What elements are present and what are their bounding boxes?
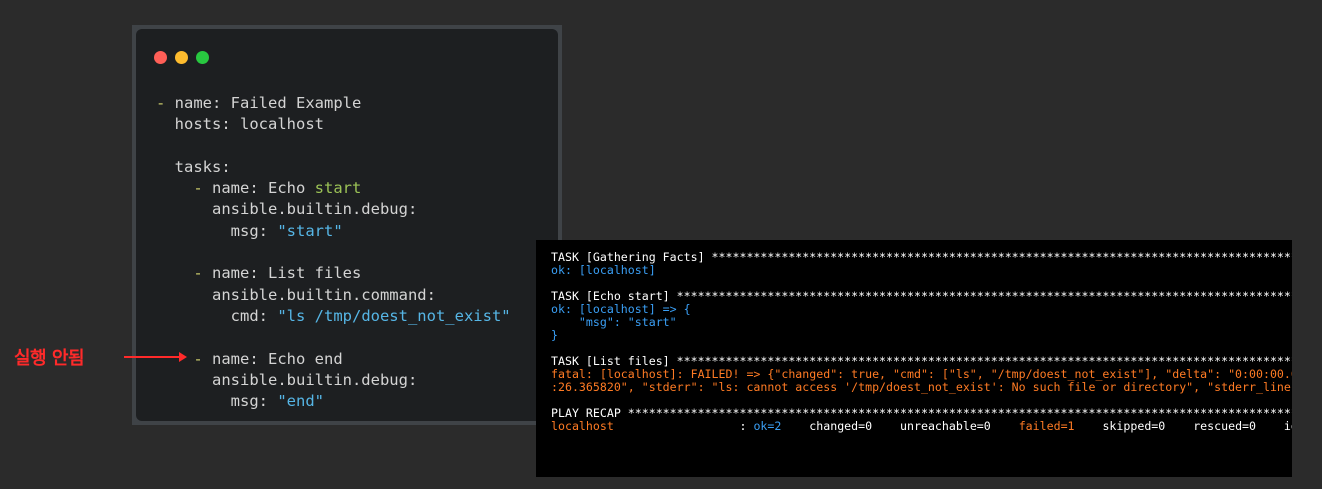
terminal-segment: ok: [localhost] => { [551, 302, 691, 316]
yaml-string: "ls /tmp/doest_not_exist" [277, 306, 511, 325]
terminal-segment: "msg": "start" [551, 315, 677, 329]
yaml-keyword: start [314, 179, 362, 198]
terminal-segment: fatal: [localhost]: FAILED! => {"changed… [551, 367, 1292, 381]
yaml-key: ansible.builtin.command: [212, 285, 436, 304]
list-dash: - [193, 179, 212, 198]
code-line: - name: Echo start [156, 178, 552, 199]
yaml-value: Echo end [268, 349, 343, 368]
terminal-line: } [551, 329, 1292, 342]
terminal-line: "msg": "start" [551, 316, 1292, 329]
yaml-value: Echo [268, 179, 315, 198]
ansible-output: TASK [Gathering Facts] *****************… [551, 251, 1292, 433]
terminal-segment: :26.365820", "stderr": "ls: cannot acces… [551, 380, 1292, 394]
list-dash: - [156, 94, 175, 112]
yaml-key: msg: [230, 392, 278, 411]
close-window-icon[interactable] [154, 51, 167, 64]
code-editor-window: - name: Failed Example hosts: localhost … [132, 25, 562, 425]
code-line: - name: Failed Example [156, 93, 552, 114]
yaml-key: name: [212, 264, 268, 283]
terminal-segment: localhost [551, 419, 614, 433]
yaml-key: ansible.builtin.debug: [212, 200, 418, 219]
yaml-key: name: [212, 349, 268, 368]
code-line: msg: "end" [156, 391, 552, 412]
yaml-key: name: [174, 94, 231, 112]
terminal-segment: PLAY RECAP *****************************… [551, 406, 1292, 420]
arrow-right-icon [179, 352, 187, 362]
terminal-line: localhost : ok=2 changed=0 unreachable=0… [551, 420, 1292, 433]
list-dash: - [193, 264, 212, 283]
terminal-line: ok: [localhost] [551, 264, 1292, 277]
yaml-key: name: [212, 179, 268, 198]
yaml-key: tasks: [174, 157, 231, 176]
code-line: ansible.builtin.command: [156, 285, 552, 306]
yaml-string: "end" [277, 392, 324, 411]
terminal-segment: } [551, 328, 558, 342]
terminal-segment: ok=2 [753, 419, 782, 433]
terminal-line: :26.365820", "stderr": "ls: cannot acces… [551, 381, 1292, 394]
not-executed-annotation: 실행 안됨 [14, 348, 85, 369]
yaml-key: ansible.builtin.debug: [212, 370, 418, 389]
code-line: tasks: [156, 157, 552, 178]
terminal-segment: failed=1 [1018, 419, 1075, 433]
maximize-window-icon[interactable] [196, 51, 209, 64]
yaml-key: msg: [230, 221, 278, 240]
code-line: - name: Echo end [156, 349, 552, 370]
yaml-value: localhost [240, 115, 324, 134]
terminal-line: TASK [Gathering Facts] *****************… [551, 251, 1292, 264]
yaml-value: Failed Example [230, 94, 362, 112]
code-line: ansible.builtin.debug: [156, 199, 552, 220]
terminal-segment: TASK [List files] **********************… [551, 354, 1292, 368]
terminal-segment: ok: [localhost] [551, 263, 656, 277]
terminal-segment: skipped=0 rescued=0 ignored=0 [1102, 419, 1292, 433]
code-line: cmd: "ls /tmp/doest_not_exist" [156, 306, 552, 327]
yaml-string: "start" [277, 221, 343, 240]
terminal-segment: TASK [Gathering Facts] *****************… [551, 250, 1292, 264]
terminal-segment: : [613, 419, 754, 433]
code-line: ansible.builtin.debug: [156, 370, 552, 391]
code-line: - name: List files [156, 263, 552, 284]
minimize-window-icon[interactable] [175, 51, 188, 64]
list-dash: - [193, 349, 212, 368]
window-controls [154, 51, 209, 64]
yaml-key: cmd: [230, 306, 278, 325]
code-line: hosts: localhost [156, 114, 552, 135]
terminal-segment: TASK [Echo start] **********************… [551, 289, 1292, 303]
terminal-output: TASK [Gathering Facts] *****************… [536, 240, 1292, 477]
code-line: msg: "start" [156, 221, 552, 242]
annotation-arrow-line [124, 356, 182, 358]
playbook-code: - name: Failed Example hosts: localhost … [156, 93, 552, 412]
code-editor: - name: Failed Example hosts: localhost … [136, 29, 558, 421]
terminal-segment: changed=0 unreachable=0 [781, 419, 1019, 433]
yaml-key: hosts: [174, 115, 240, 134]
yaml-value: List files [268, 264, 362, 283]
